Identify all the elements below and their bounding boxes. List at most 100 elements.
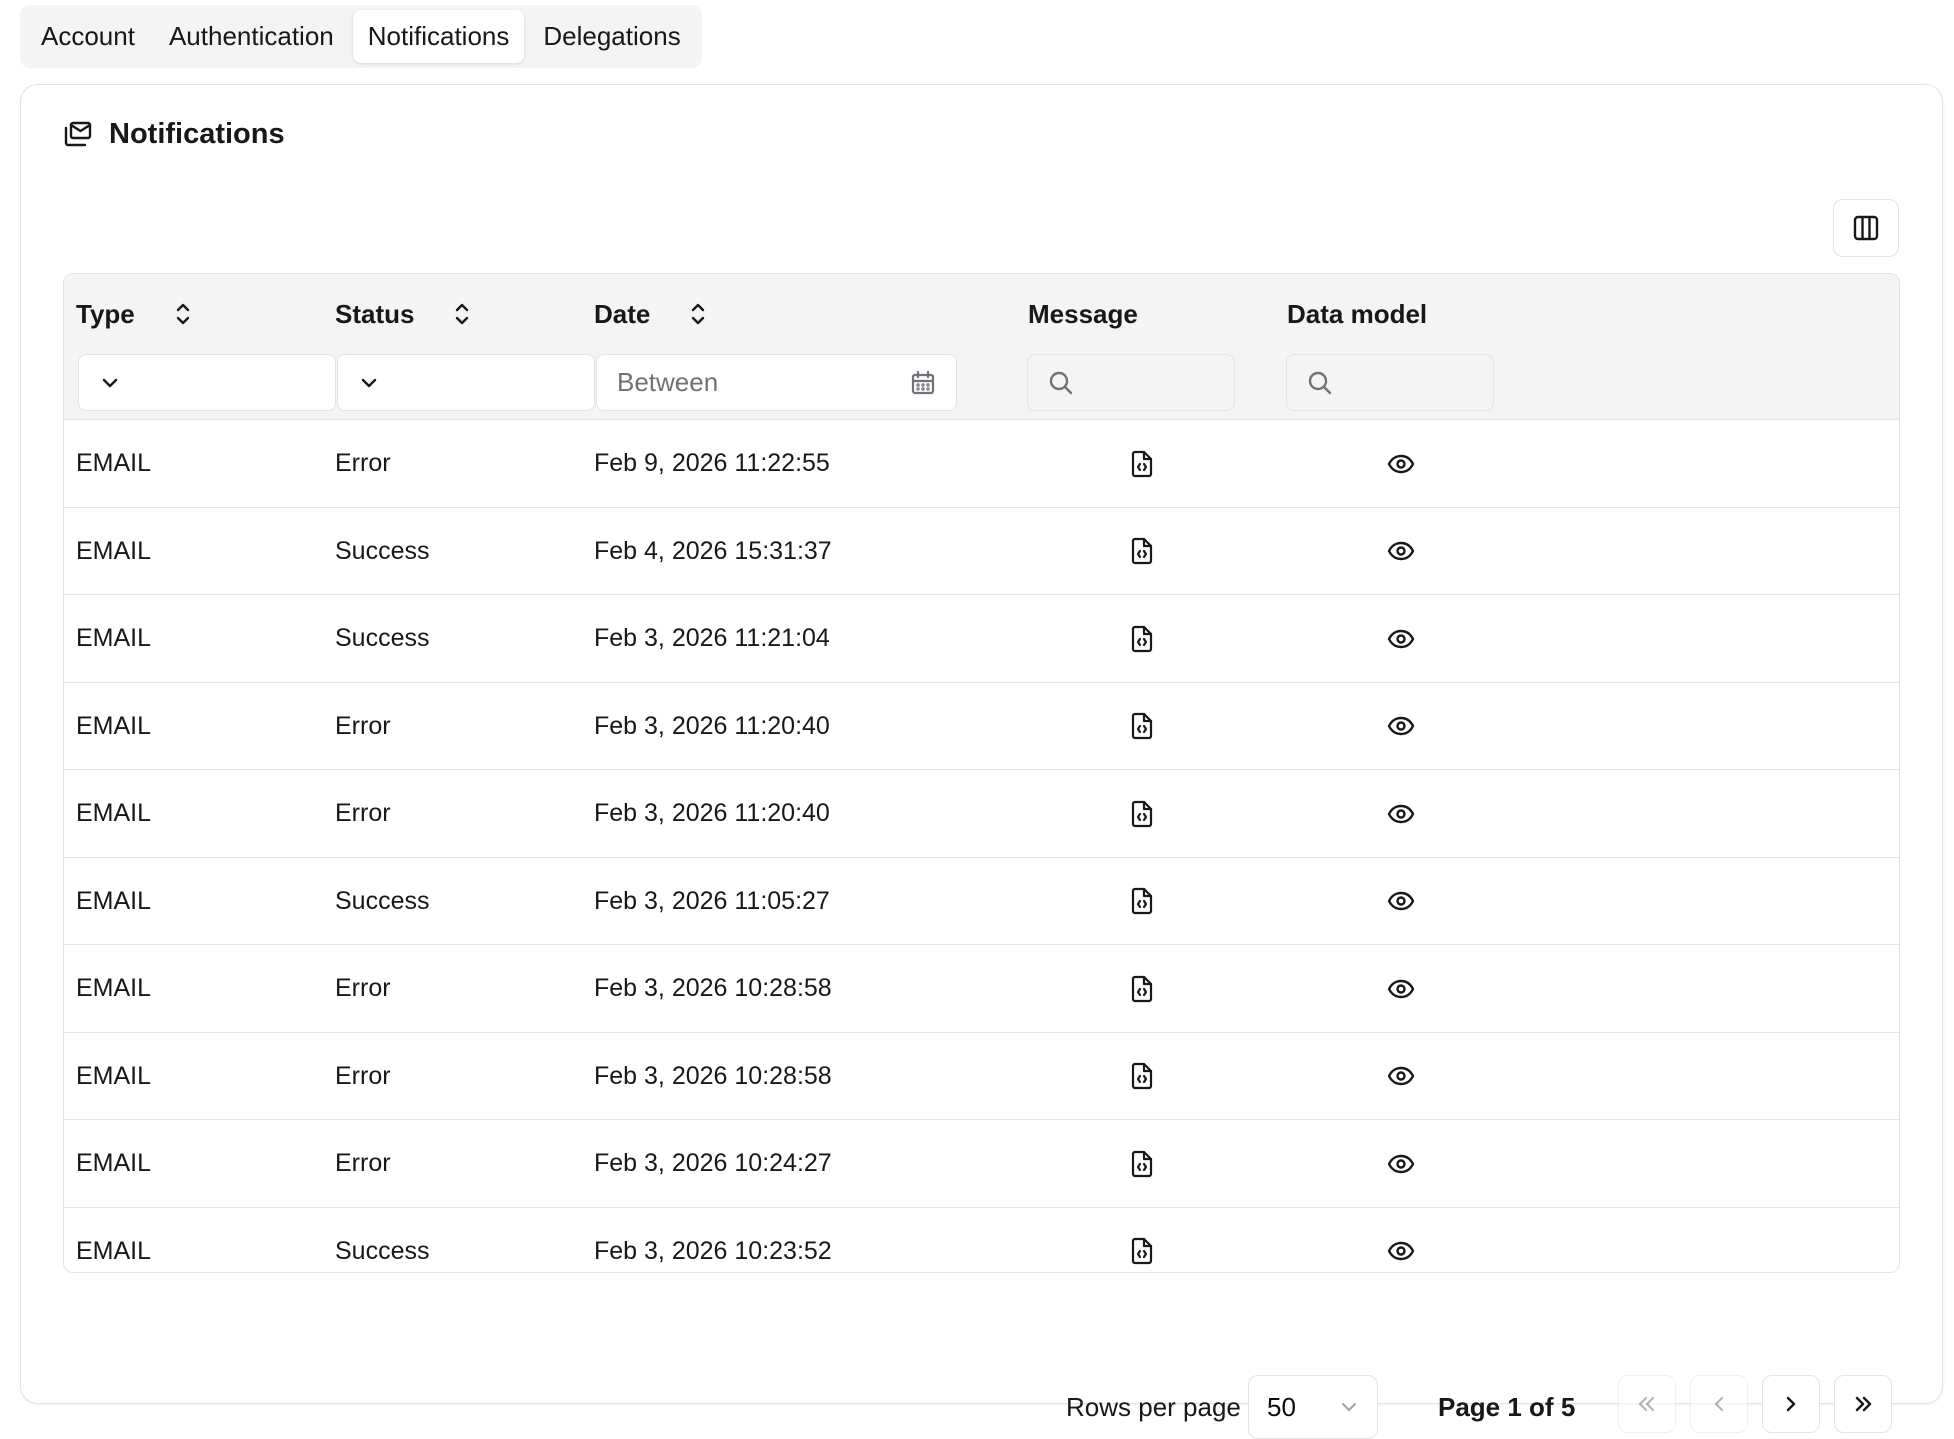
chevron-down-icon xyxy=(99,372,121,394)
date-cell: Feb 3, 2026 11:20:40 xyxy=(594,711,830,740)
tab-account[interactable]: Account xyxy=(26,10,150,63)
date-range-placeholder: Between xyxy=(617,367,719,397)
column-header-message-label: Message xyxy=(1028,298,1138,329)
eye-icon xyxy=(1387,890,1415,912)
column-header-status[interactable]: Status xyxy=(335,294,470,334)
last-page-button[interactable] xyxy=(1834,1375,1892,1433)
mail-stack-icon xyxy=(63,120,93,148)
view-message-button[interactable] xyxy=(1130,858,1154,945)
view-message-button[interactable] xyxy=(1130,770,1154,857)
date-cell: Feb 9, 2026 11:22:55 xyxy=(594,449,830,477)
sort-icon[interactable] xyxy=(690,301,706,327)
eye-icon xyxy=(1387,453,1415,475)
type-cell: EMAIL xyxy=(76,624,152,652)
type-cell: EMAIL xyxy=(76,1061,152,1090)
view-data-model-button[interactable] xyxy=(1387,1033,1415,1120)
table-row: EMAIL Error Feb 3, 2026 10:28:58 xyxy=(64,1033,1899,1120)
table-row: EMAIL Error Feb 3, 2026 10:28:58 xyxy=(64,945,1899,1033)
view-message-button[interactable] xyxy=(1130,1208,1154,1273)
eye-icon xyxy=(1387,540,1415,562)
chevrons-right-icon xyxy=(1851,1392,1875,1416)
toggle-columns-button[interactable] xyxy=(1833,199,1899,257)
rows-per-page-select[interactable]: 50 xyxy=(1248,1375,1378,1439)
view-data-model-button[interactable] xyxy=(1387,420,1415,507)
column-header-type-label: Type xyxy=(76,298,135,329)
file-code-icon xyxy=(1130,1150,1154,1178)
table-row: EMAIL Error Feb 3, 2026 10:24:27 xyxy=(64,1120,1899,1208)
eye-icon xyxy=(1387,1065,1415,1087)
column-header-date-label: Date xyxy=(594,298,651,329)
eye-icon xyxy=(1387,978,1415,1000)
view-message-button[interactable] xyxy=(1130,508,1154,595)
chevrons-left-icon xyxy=(1635,1392,1659,1416)
file-code-icon xyxy=(1130,712,1154,740)
data-model-search-input[interactable] xyxy=(1286,354,1494,411)
eye-icon xyxy=(1387,715,1415,737)
eye-icon xyxy=(1387,1153,1415,1175)
view-message-button[interactable] xyxy=(1130,420,1154,507)
status-cell: Error xyxy=(335,1149,391,1177)
sort-icon[interactable] xyxy=(175,301,191,327)
status-cell: Error xyxy=(335,449,391,477)
view-message-button[interactable] xyxy=(1130,945,1154,1032)
next-page-button[interactable] xyxy=(1762,1375,1820,1433)
file-code-icon xyxy=(1130,800,1154,828)
type-cell: EMAIL xyxy=(76,799,152,827)
view-message-button[interactable] xyxy=(1130,683,1154,770)
chevron-down-icon xyxy=(358,372,380,394)
tab-bar: Account Authentication Notifications Del… xyxy=(20,5,702,68)
date-cell: Feb 3, 2026 10:24:27 xyxy=(594,1149,832,1177)
view-data-model-button[interactable] xyxy=(1387,945,1415,1032)
date-cell: Feb 3, 2026 11:20:40 xyxy=(594,799,830,827)
view-data-model-button[interactable] xyxy=(1387,770,1415,857)
column-header-message: Message xyxy=(1028,294,1138,334)
tab-authentication[interactable]: Authentication xyxy=(154,10,349,63)
type-cell: EMAIL xyxy=(76,886,152,915)
file-code-icon xyxy=(1130,1237,1154,1265)
previous-page-button[interactable] xyxy=(1690,1375,1748,1433)
view-message-button[interactable] xyxy=(1130,1033,1154,1120)
tab-notifications[interactable]: Notifications xyxy=(352,10,525,63)
column-header-date[interactable]: Date xyxy=(594,294,706,334)
eye-icon xyxy=(1387,803,1415,825)
file-code-icon xyxy=(1130,537,1154,565)
search-icon xyxy=(1048,370,1074,396)
view-data-model-button[interactable] xyxy=(1387,858,1415,945)
column-header-type[interactable]: Type xyxy=(76,294,191,334)
type-cell: EMAIL xyxy=(76,536,152,565)
eye-icon xyxy=(1387,1240,1415,1262)
status-cell: Error xyxy=(335,974,391,1002)
eye-icon xyxy=(1387,628,1415,650)
column-header-status-label: Status xyxy=(335,298,415,329)
table-row: EMAIL Error Feb 9, 2026 11:22:55 xyxy=(64,420,1899,508)
view-message-button[interactable] xyxy=(1130,595,1154,682)
view-data-model-button[interactable] xyxy=(1387,595,1415,682)
chevron-right-icon xyxy=(1779,1392,1803,1416)
card-header: Notifications xyxy=(63,109,285,159)
table-row: EMAIL Success Feb 4, 2026 15:31:37 xyxy=(64,508,1899,595)
file-code-icon xyxy=(1130,1062,1154,1090)
type-cell: EMAIL xyxy=(76,1236,152,1265)
tab-delegations[interactable]: Delegations xyxy=(528,10,695,63)
view-data-model-button[interactable] xyxy=(1387,1120,1415,1207)
type-cell: EMAIL xyxy=(76,974,152,1002)
type-filter-select[interactable] xyxy=(78,354,336,411)
view-data-model-button[interactable] xyxy=(1387,508,1415,595)
first-page-button[interactable] xyxy=(1618,1375,1676,1433)
sort-icon[interactable] xyxy=(454,301,470,327)
status-cell: Success xyxy=(335,624,430,652)
message-search-input[interactable] xyxy=(1027,354,1235,411)
view-message-button[interactable] xyxy=(1130,1120,1154,1207)
search-icon xyxy=(1307,370,1333,396)
column-header-data-model: Data model xyxy=(1287,294,1427,334)
type-cell: EMAIL xyxy=(76,1149,152,1177)
table-row: EMAIL Success Feb 3, 2026 11:05:27 xyxy=(64,858,1899,945)
view-data-model-button[interactable] xyxy=(1387,1208,1415,1273)
file-code-icon xyxy=(1130,625,1154,653)
date-cell: Feb 3, 2026 10:28:58 xyxy=(594,974,832,1002)
date-range-filter[interactable]: Between xyxy=(596,354,957,411)
status-filter-select[interactable] xyxy=(337,354,595,411)
status-cell: Success xyxy=(335,886,430,915)
view-data-model-button[interactable] xyxy=(1387,683,1415,770)
calendar-icon[interactable] xyxy=(910,370,936,396)
